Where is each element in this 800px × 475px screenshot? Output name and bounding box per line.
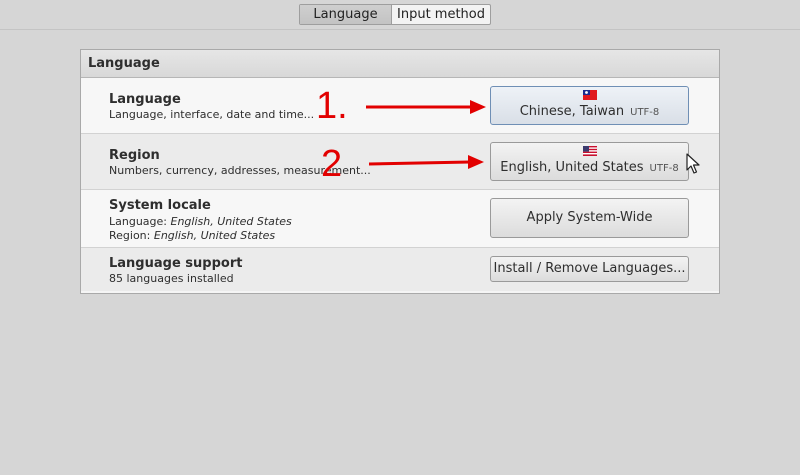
region-encoding-label: UTF-8 (649, 163, 679, 174)
system-locale-region: Region: English, United States (109, 229, 275, 242)
mouse-cursor-icon (686, 153, 700, 174)
row-title-system-locale: System locale (109, 198, 211, 213)
system-locale-row: System locale Language: English, United … (81, 190, 719, 248)
toolbar-divider (0, 29, 800, 30)
tab-language[interactable]: Language (300, 5, 392, 24)
panel-title: Language (81, 50, 719, 78)
row-title-region: Region (109, 148, 160, 163)
us-flag-icon (582, 146, 597, 156)
language-select-button[interactable]: Chinese, Taiwan UTF-8 (490, 86, 689, 125)
system-locale-language-label: Language: (109, 215, 167, 228)
language-settings-window: Language Input method Language Language … (0, 0, 800, 475)
row-subtitle-language: Language, interface, date and time... (109, 108, 315, 121)
system-locale-language-value: English, United States (170, 215, 292, 228)
annotation-arrow-1 (366, 100, 486, 114)
language-encoding-label: UTF-8 (630, 107, 660, 118)
annotation-arrow-2 (369, 155, 484, 169)
region-select-button[interactable]: English, United States UTF-8 (490, 142, 689, 181)
taiwan-flag-icon (582, 90, 597, 100)
system-locale-region-value: English, United States (153, 229, 276, 242)
apply-system-wide-button[interactable]: Apply System-Wide (490, 198, 689, 238)
row-title-language-support: Language support (109, 256, 243, 271)
region-select-label: English, United States (500, 160, 644, 175)
tab-input-method[interactable]: Input method (392, 5, 490, 24)
system-locale-language: Language: English, United States (109, 215, 292, 228)
language-select-label: Chinese, Taiwan (519, 104, 625, 119)
language-support-row: Language support 85 languages installed … (81, 248, 719, 291)
install-remove-languages-button[interactable]: Install / Remove Languages... (490, 256, 689, 282)
tab-switcher: Language Input method (299, 4, 491, 25)
row-subtitle-language-support: 85 languages installed (109, 272, 234, 285)
annotation-number-1: 1. (316, 85, 348, 127)
annotation-number-2: 2 (321, 143, 343, 185)
row-title-language: Language (109, 92, 181, 107)
system-locale-region-label: Region: (109, 229, 151, 242)
